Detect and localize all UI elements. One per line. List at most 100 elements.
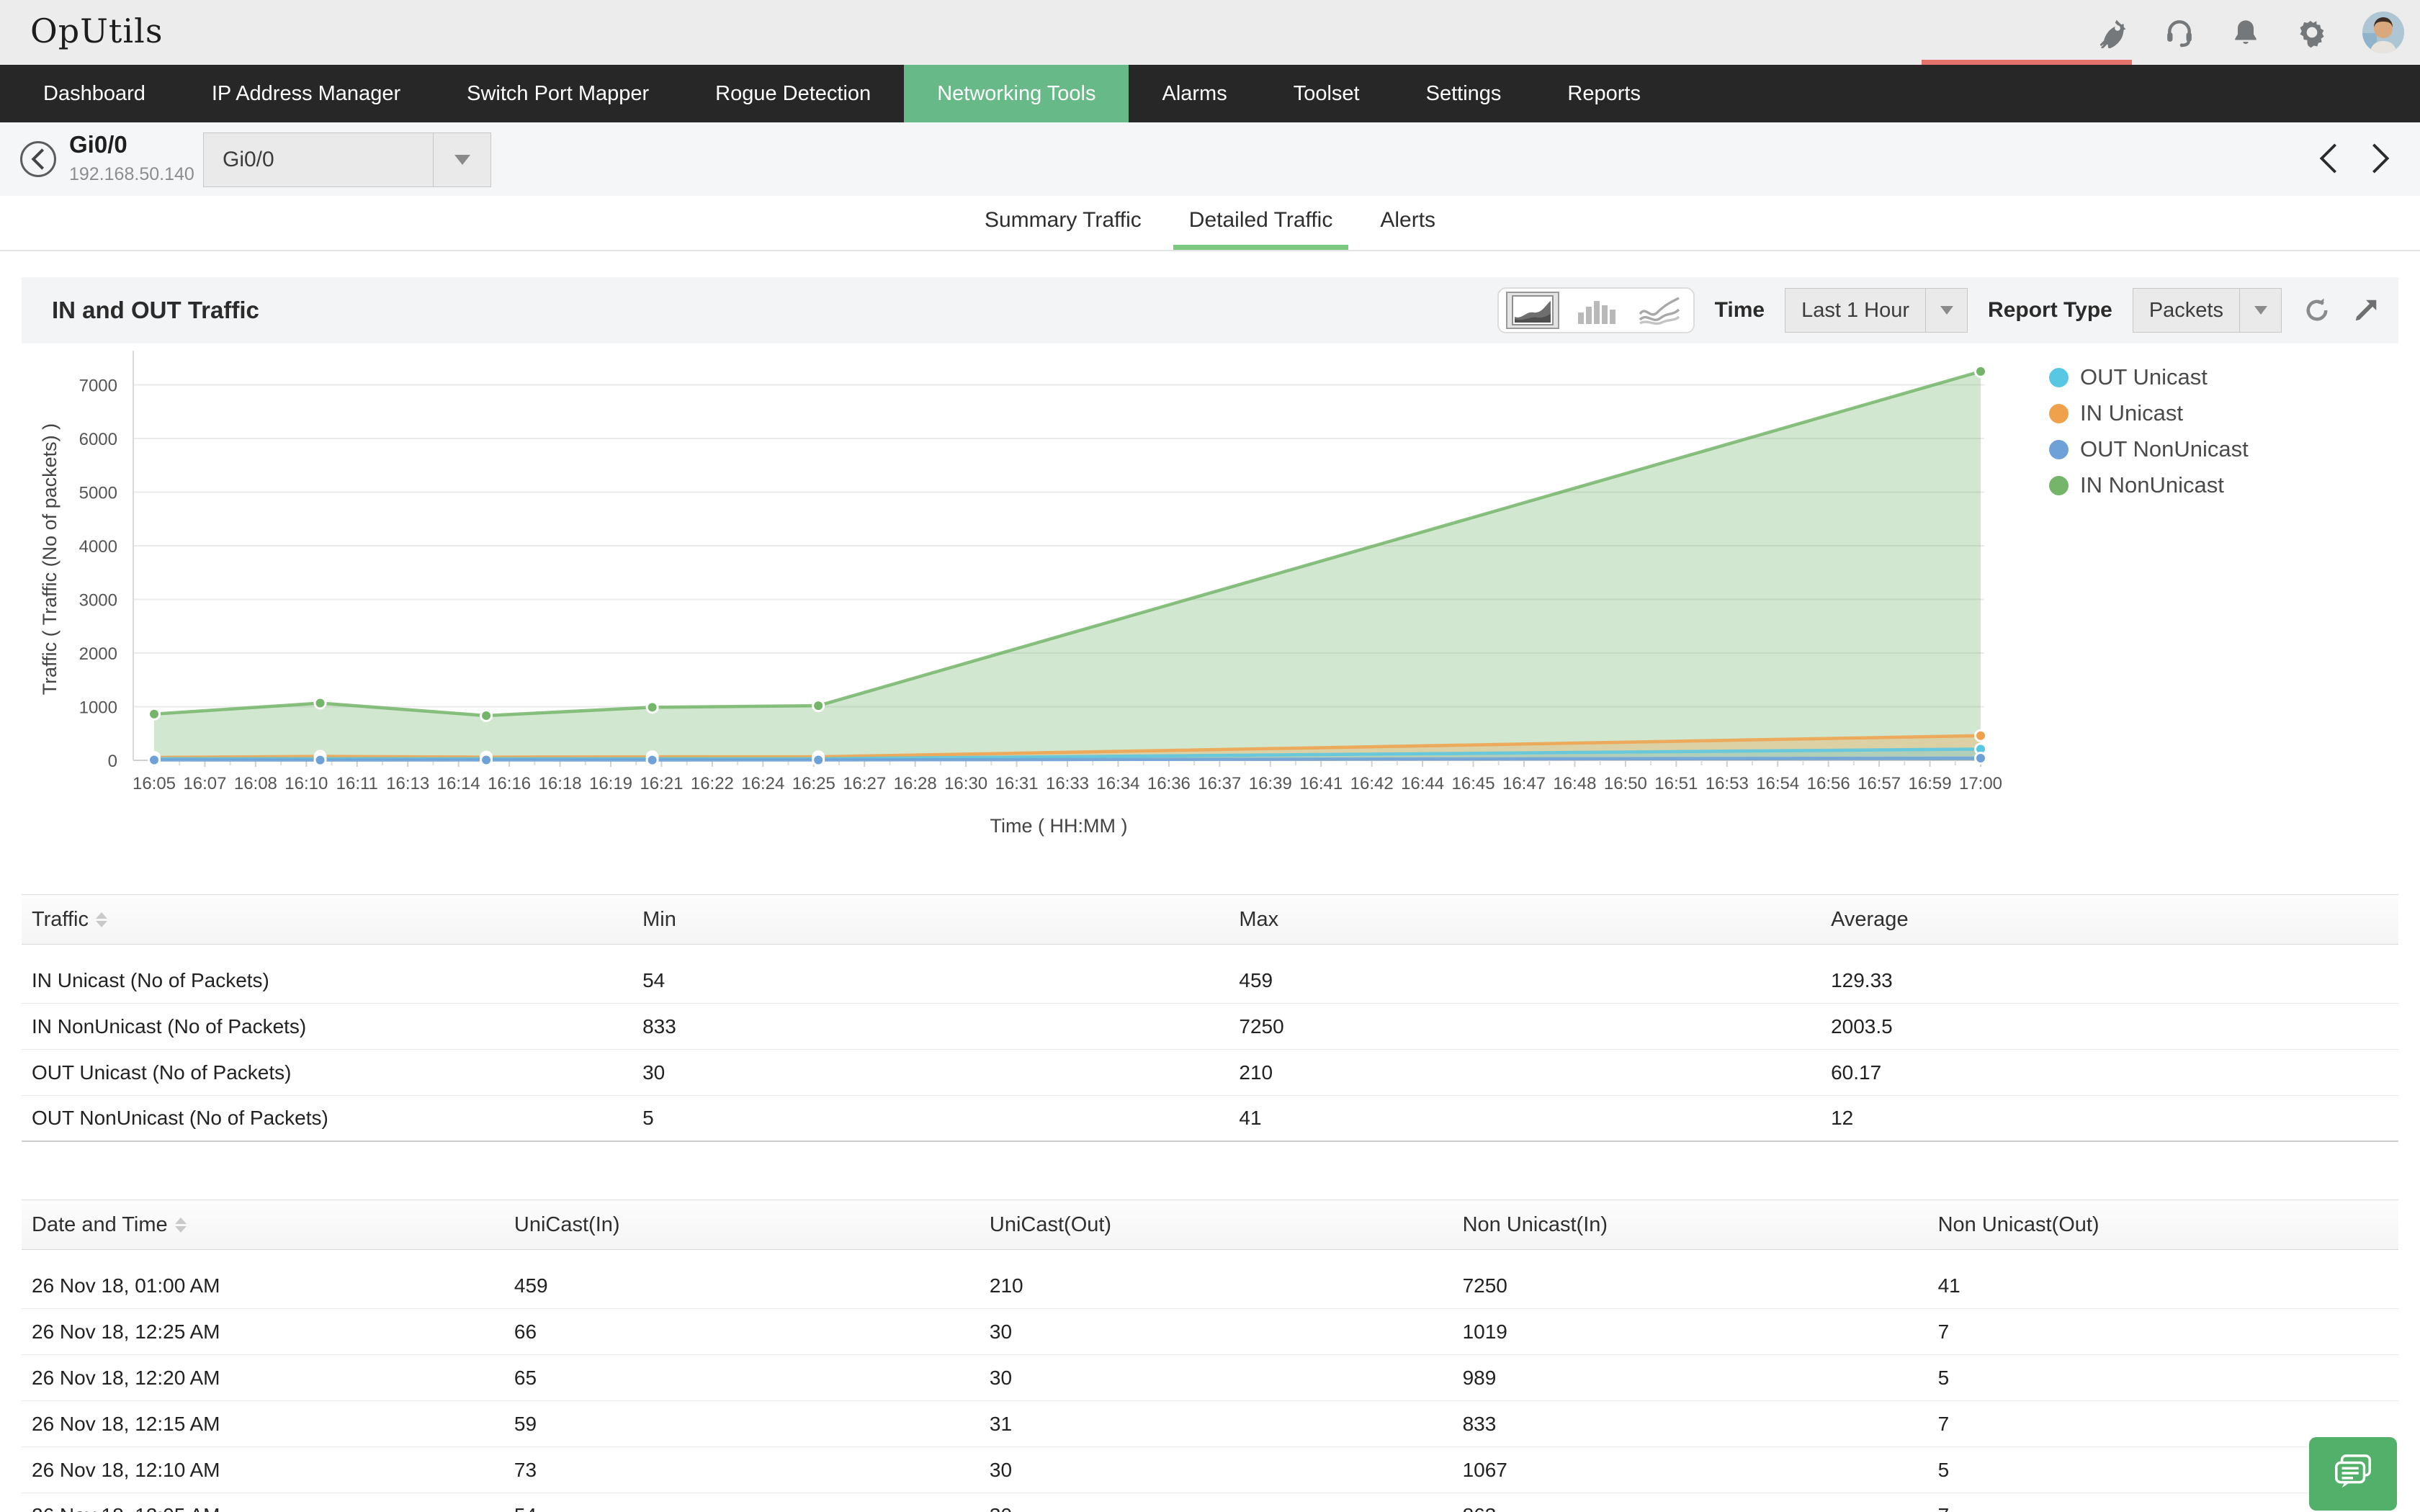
table-row: 26 Nov 18, 01:00 AM459210725041 — [22, 1263, 2398, 1309]
legend-dot — [2049, 404, 2069, 423]
svg-text:5000: 5000 — [79, 484, 117, 503]
table-cell: 1067 — [1453, 1459, 1928, 1482]
column-header[interactable]: Date and Time — [22, 1213, 504, 1237]
area-chart-type-button[interactable] — [1506, 292, 1559, 329]
bell-icon[interactable] — [2230, 17, 2262, 48]
table-cell: 210 — [1229, 1061, 1821, 1084]
legend-dot — [2049, 440, 2069, 459]
table-cell: 1019 — [1453, 1320, 1928, 1344]
chevron-down-icon — [2239, 289, 2281, 332]
bar-chart-type-button[interactable] — [1569, 292, 1623, 329]
subtab-summary-traffic[interactable]: Summary Traffic — [969, 196, 1157, 250]
gear-icon[interactable] — [2296, 17, 2328, 48]
nav-item-alarms[interactable]: Alarms — [1129, 65, 1260, 122]
traffic-subtabs: Summary Traffic Detailed Traffic Alerts — [0, 196, 2420, 251]
nav-item-reports[interactable]: Reports — [1534, 65, 1674, 122]
nav-item-toolset[interactable]: Toolset — [1260, 65, 1393, 122]
table-cell: 833 — [1453, 1413, 1928, 1436]
svg-text:16:05: 16:05 — [133, 774, 176, 793]
table-cell: 30 — [980, 1367, 1453, 1390]
interface-selector-value: Gi0/0 — [204, 148, 433, 172]
svg-text:0: 0 — [108, 752, 117, 771]
back-button[interactable] — [20, 141, 56, 177]
nav-item-ip-address-manager[interactable]: IP Address Manager — [179, 65, 434, 122]
table-cell: 459 — [1229, 969, 1821, 992]
next-interface-button[interactable] — [2367, 141, 2394, 176]
column-header: Max — [1229, 908, 1821, 932]
traffic-detail-table: Date and TimeUniCast(In)UniCast(Out)Non … — [22, 1200, 2398, 1512]
table-row: 26 Nov 18, 12:20 AM65309895 — [22, 1355, 2398, 1401]
svg-text:16:27: 16:27 — [843, 774, 886, 793]
summary-table-header: TrafficMinMaxAverage — [22, 894, 2398, 945]
table-cell: 833 — [632, 1015, 1229, 1038]
time-range-selector[interactable]: Last 1 Hour — [1785, 288, 1968, 333]
user-avatar[interactable] — [2362, 12, 2404, 53]
svg-text:16:36: 16:36 — [1147, 774, 1191, 793]
svg-text:17:00: 17:00 — [1959, 774, 2002, 793]
svg-text:16:42: 16:42 — [1350, 774, 1394, 793]
table-cell: 26 Nov 18, 12:15 AM — [22, 1413, 504, 1436]
svg-text:16:30: 16:30 — [944, 774, 987, 793]
svg-text:16:44: 16:44 — [1401, 774, 1444, 793]
nav-item-settings[interactable]: Settings — [1393, 65, 1535, 122]
svg-text:16:51: 16:51 — [1654, 774, 1698, 793]
traffic-chart-area: 0100020003000400050006000700016:0516:071… — [0, 343, 2420, 840]
column-header: Non Unicast(Out) — [1928, 1213, 2398, 1237]
table-cell: 26 Nov 18, 12:20 AM — [22, 1367, 504, 1390]
interface-name: Gi0/0 — [69, 131, 127, 158]
live-chat-button[interactable] — [2309, 1437, 2397, 1511]
legend-dot — [2049, 368, 2069, 387]
svg-text:16:16: 16:16 — [488, 774, 531, 793]
header-icon-group — [2097, 0, 2404, 65]
chevron-down-icon — [433, 133, 490, 186]
table-cell: 5 — [1928, 1367, 2398, 1390]
svg-text:16:53: 16:53 — [1706, 774, 1749, 793]
table-cell: OUT Unicast (No of Packets) — [22, 1061, 632, 1084]
refresh-icon[interactable] — [2302, 295, 2332, 325]
column-header[interactable]: Traffic — [22, 908, 632, 932]
svg-text:16:07: 16:07 — [183, 774, 226, 793]
legend-item[interactable]: OUT Unicast — [2049, 359, 2249, 395]
legend-label: IN Unicast — [2080, 400, 2183, 426]
subtab-detailed-traffic[interactable]: Detailed Traffic — [1173, 196, 1349, 250]
svg-text:16:28: 16:28 — [894, 774, 937, 793]
legend-item[interactable]: OUT NonUnicast — [2049, 431, 2249, 467]
table-cell: 459 — [504, 1274, 980, 1297]
table-cell: 30 — [980, 1504, 1453, 1512]
interface-selector[interactable]: Gi0/0 — [203, 132, 491, 187]
sort-icon — [175, 1218, 187, 1233]
line-chart-type-button[interactable] — [1633, 292, 1686, 329]
svg-text:16:33: 16:33 — [1046, 774, 1089, 793]
svg-text:16:47: 16:47 — [1502, 774, 1546, 793]
svg-text:16:34: 16:34 — [1096, 774, 1139, 793]
table-cell: 7 — [1928, 1413, 2398, 1436]
legend-item[interactable]: IN Unicast — [2049, 395, 2249, 431]
svg-text:16:21: 16:21 — [640, 774, 683, 793]
svg-text:16:13: 16:13 — [386, 774, 429, 793]
nav-item-switch-port-mapper[interactable]: Switch Port Mapper — [434, 65, 682, 122]
report-type-selector[interactable]: Packets — [2133, 288, 2282, 333]
headset-icon[interactable] — [2164, 17, 2195, 48]
subtab-alerts[interactable]: Alerts — [1364, 196, 1451, 250]
expand-icon[interactable] — [2352, 297, 2380, 324]
prev-interface-button[interactable] — [2315, 141, 2342, 176]
traffic-summary-table: TrafficMinMaxAverage IN Unicast (No of P… — [22, 894, 2398, 1142]
column-header: UniCast(In) — [504, 1213, 980, 1237]
legend-label: OUT Unicast — [2080, 364, 2208, 390]
table-row: OUT Unicast (No of Packets)3021060.17 — [22, 1050, 2398, 1096]
legend-item[interactable]: IN NonUnicast — [2049, 467, 2249, 503]
table-cell: 989 — [1453, 1367, 1928, 1390]
interface-ip: 192.168.50.140 — [69, 164, 194, 185]
nav-item-rogue-detection[interactable]: Rogue Detection — [682, 65, 904, 122]
interface-bar: Gi0/0 192.168.50.140 Gi0/0 — [0, 122, 2420, 196]
nav-item-dashboard[interactable]: Dashboard — [10, 65, 179, 122]
main-nav: DashboardIP Address ManagerSwitch Port M… — [0, 65, 2420, 122]
table-cell: 66 — [504, 1320, 980, 1344]
in-out-traffic-chart[interactable]: 0100020003000400050006000700016:0516:071… — [0, 343, 2017, 840]
nav-item-networking-tools[interactable]: Networking Tools — [904, 65, 1129, 122]
svg-text:16:54: 16:54 — [1756, 774, 1799, 793]
svg-text:2000: 2000 — [79, 644, 117, 664]
rocket-icon[interactable] — [2097, 17, 2129, 48]
table-cell: 7250 — [1453, 1274, 1928, 1297]
svg-text:16:25: 16:25 — [792, 774, 835, 793]
